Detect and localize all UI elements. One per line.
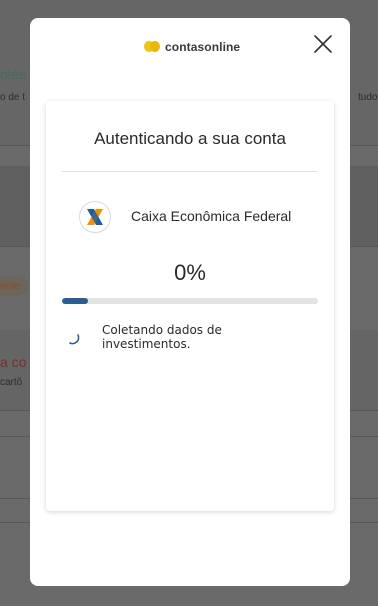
contasonline-logo-icon — [144, 41, 160, 53]
bank-name: Caixa Econômica Federal — [131, 208, 292, 224]
auth-title: Autenticando a sua conta — [94, 129, 286, 148]
loading-spinner-icon — [69, 334, 80, 345]
progress-bar-fill — [62, 298, 88, 304]
status-message: Coletando dados de investimentos. — [102, 323, 252, 351]
progress-percent: 0% — [174, 260, 206, 285]
background-subtext: o de t — [0, 92, 26, 103]
close-button[interactable] — [312, 33, 334, 55]
background-alert-title: a co — [0, 354, 27, 370]
brand-logo: contasonline — [144, 38, 240, 56]
connection-modal: contasonline Autenticando a sua conta Ca… — [30, 18, 350, 586]
status-line: investimentos. — [102, 337, 191, 351]
brand-name: contasonline — [165, 40, 241, 54]
background-subtext-right: tudo — [358, 92, 378, 103]
background-badge-text: ente — [0, 281, 20, 292]
close-icon — [314, 35, 332, 53]
card-divider — [62, 171, 318, 172]
status-line: Coletando dados de — [102, 323, 222, 337]
progress-bar — [62, 298, 318, 304]
bank-logo — [79, 201, 111, 233]
background-alert-subtext: cartõ — [0, 377, 23, 388]
caixa-logo-icon — [87, 209, 103, 225]
authentication-card: Autenticando a sua conta Caixa Econômica… — [46, 101, 334, 511]
